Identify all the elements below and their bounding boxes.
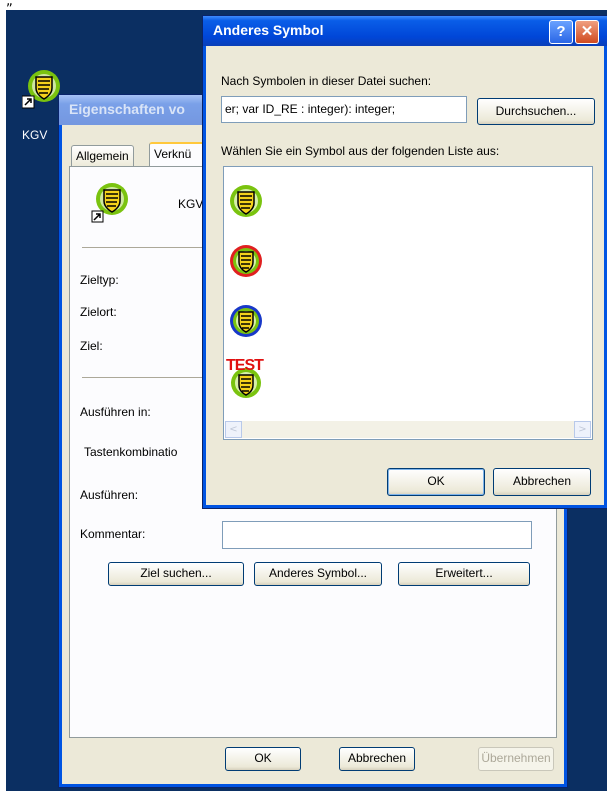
label-ausfuehren-in: Ausführen in:: [80, 405, 151, 419]
tab-allgemein[interactable]: Allgemein: [71, 145, 134, 167]
kommentar-input[interactable]: [222, 521, 532, 549]
close-button[interactable]: ✕: [575, 20, 599, 44]
icon-list[interactable]: TEST < >: [223, 166, 593, 440]
red-ring-shield-icon[interactable]: [228, 243, 264, 279]
green-shield-icon[interactable]: [228, 183, 264, 219]
scroll-left-button[interactable]: <: [225, 421, 242, 438]
change-icon-ok-button[interactable]: OK: [387, 468, 485, 496]
properties-title: Eigenschaften vo: [69, 101, 185, 117]
blue-ring-shield-icon[interactable]: [228, 303, 264, 339]
label-zielort: Zielort:: [80, 305, 117, 319]
durchsuchen-button[interactable]: Durchsuchen...: [477, 98, 595, 125]
label-tastenkombination: Tastenkombinatio: [84, 445, 178, 459]
change-icon-titlebar[interactable]: Anderes Symbol ? ✕: [203, 16, 607, 46]
shortcut-shield-icon: [91, 183, 128, 223]
icon-list-label: Wählen Sie ein Symbol aus der folgenden …: [221, 144, 500, 158]
properties-ok-button[interactable]: OK: [225, 747, 301, 771]
horizontal-scrollbar[interactable]: < >: [225, 421, 591, 438]
test-overlay-label: TEST: [226, 357, 264, 374]
search-file-label: Nach Symbolen in dieser Datei suchen:: [221, 74, 432, 88]
desktop: KGV Eigenschaften vo Allgemein Verknü KG…: [6, 10, 607, 791]
label-kommentar: Kommentar:: [80, 527, 146, 541]
desktop-shortcut-label: KGV: [22, 128, 48, 142]
change-icon-dialog: Anderes Symbol ? ✕ Nach Symbolen in dies…: [202, 15, 607, 509]
erweitert-button[interactable]: Erweitert...: [398, 562, 530, 586]
properties-cancel-button[interactable]: Abbrechen: [339, 747, 415, 771]
shield-app-icon: [21, 70, 60, 109]
change-icon-cancel-button[interactable]: Abbrechen: [493, 468, 591, 496]
properties-apply-button[interactable]: Übernehmen: [478, 747, 554, 771]
label-ausfuehren: Ausführen:: [80, 488, 139, 502]
tab-allgemein-label: Allgemein: [76, 149, 129, 163]
change-icon-title: Anderes Symbol: [213, 22, 324, 38]
icon-file-input[interactable]: er; var ID_RE : integer): integer;: [221, 96, 467, 123]
scroll-right-button[interactable]: >: [574, 421, 591, 438]
shortcut-name: KGV: [178, 197, 204, 211]
top-quote-mark: „: [6, 0, 13, 9]
label-zieltyp: Zieltyp:: [80, 273, 119, 287]
tab-verknuepfung-label: Verknü: [154, 147, 192, 161]
anderes-symbol-button[interactable]: Anderes Symbol...: [254, 562, 382, 586]
label-ziel: Ziel:: [80, 339, 103, 353]
help-button[interactable]: ?: [549, 20, 573, 44]
ziel-suchen-button[interactable]: Ziel suchen...: [108, 562, 244, 586]
